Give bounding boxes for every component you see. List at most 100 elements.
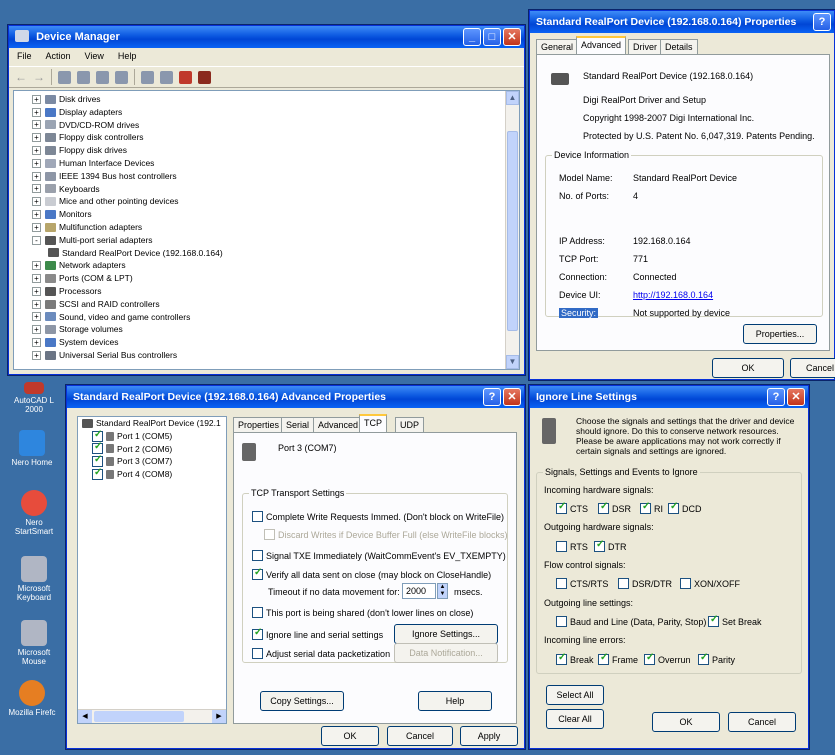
device-ui-link[interactable]: http://192.168.0.164 — [633, 290, 713, 300]
cancel-button[interactable]: Cancel — [387, 726, 453, 746]
signal-txe-checkbox[interactable] — [252, 550, 263, 561]
dsr-option[interactable]: DSR — [598, 501, 631, 514]
expand-icon[interactable]: + — [32, 338, 41, 348]
desktop-icon-ms-mouse[interactable]: Microsoft Mouse — [2, 620, 66, 666]
ok-button[interactable]: OK — [321, 726, 379, 746]
expand-icon[interactable]: + — [32, 210, 41, 220]
ignore-settings-checkbox[interactable] — [252, 627, 263, 640]
frame-checkbox[interactable] — [598, 652, 609, 665]
break-checkbox[interactable] — [556, 652, 567, 665]
signal-txe-option[interactable]: Signal TXE Immediately (WaitCommEvent's … — [252, 550, 506, 561]
baud-checkbox[interactable] — [556, 616, 567, 627]
set-break-checkbox[interactable] — [708, 614, 719, 627]
tree-node[interactable]: + System devices — [32, 336, 519, 349]
close-button[interactable]: ✕ — [503, 28, 521, 46]
timeout-input[interactable]: 2000 — [402, 583, 436, 599]
ignore-titlebar[interactable]: Ignore Line Settings ? ✕ — [530, 386, 808, 408]
desktop-icon-nero-startsmart[interactable]: Nero StartSmart — [2, 490, 66, 536]
tab-tcp[interactable]: TCP — [359, 414, 387, 433]
expand-icon[interactable]: + — [32, 325, 41, 335]
ok-button[interactable]: OK — [652, 712, 720, 732]
ignore-settings-button[interactable]: Ignore Settings... — [394, 624, 498, 644]
complete-write-option[interactable]: Complete Write Requests Immed. (Don't bl… — [252, 511, 504, 522]
cancel-button[interactable]: Cancel — [728, 712, 796, 732]
help-button[interactable]: ? — [483, 388, 501, 406]
expand-icon[interactable]: + — [32, 312, 41, 322]
print-icon[interactable] — [96, 70, 109, 84]
tab-udp[interactable]: UDP — [395, 417, 425, 433]
horizontal-scrollbar[interactable]: ◀ ▶ — [78, 709, 226, 723]
expand-icon[interactable]: + — [32, 350, 41, 360]
adjust-packetization-checkbox[interactable] — [252, 648, 263, 659]
expand-icon[interactable]: + — [32, 261, 41, 271]
show-hide-tree-icon[interactable] — [58, 70, 71, 84]
expand-icon[interactable]: + — [32, 184, 41, 194]
menu-file[interactable]: File — [17, 51, 32, 63]
desktop-icon-ms-keyboard[interactable]: Microsoft Keyboard — [2, 556, 66, 602]
tab-details[interactable]: Details — [660, 39, 698, 55]
tab-serial[interactable]: Serial — [281, 417, 315, 433]
tree-node[interactable]: + Floppy disk drives — [32, 144, 519, 157]
port-checkbox[interactable] — [92, 429, 103, 442]
baud-option[interactable]: Baud and Line (Data, Parity, Stop) — [556, 616, 706, 627]
port-checkbox[interactable] — [92, 454, 103, 468]
tree-node[interactable]: - Multi-port serial adapters — [32, 234, 519, 247]
close-button[interactable]: ✕ — [503, 388, 521, 406]
verify-data-option[interactable]: Verify all data sent on close (may block… — [252, 567, 491, 580]
desktop-icon-autocad[interactable]: AutoCAD L 2000 — [2, 382, 66, 414]
tree-node[interactable]: + Sound, video and game controllers — [32, 311, 519, 324]
tree-node[interactable]: + Universal Serial Bus controllers — [32, 349, 519, 362]
shared-port-option[interactable]: This port is being shared (don't lower l… — [252, 607, 473, 618]
scroll-thumb[interactable] — [507, 131, 518, 331]
overrun-option[interactable]: Overrun — [644, 652, 691, 665]
scroll-right-arrow[interactable]: ▶ — [212, 710, 226, 723]
break-option[interactable]: Break — [556, 652, 594, 665]
frame-option[interactable]: Frame — [598, 652, 638, 665]
tree-node[interactable]: + Processors — [32, 285, 519, 298]
help-icon[interactable] — [115, 70, 128, 84]
xonxoff-option[interactable]: XON/XOFF — [680, 578, 740, 589]
shared-port-checkbox[interactable] — [252, 607, 263, 618]
complete-write-checkbox[interactable] — [252, 511, 263, 522]
xonxoff-checkbox[interactable] — [680, 578, 691, 589]
advanced-titlebar[interactable]: Standard RealPort Device (192.168.0.164)… — [67, 386, 524, 408]
clear-all-button[interactable]: Clear All — [546, 709, 604, 729]
port-checkbox[interactable] — [92, 441, 103, 455]
uninstall-icon[interactable] — [179, 70, 192, 84]
help-button[interactable]: ? — [813, 13, 831, 31]
close-button[interactable]: ✕ — [787, 388, 805, 406]
cts-option[interactable]: CTS — [556, 501, 588, 514]
dsrdtr-option[interactable]: DSR/DTR — [618, 578, 672, 589]
port-tree-item[interactable]: Port 1 (COM5) — [92, 429, 226, 443]
minimize-button[interactable]: _ — [463, 28, 481, 46]
menu-help[interactable]: Help — [118, 51, 137, 63]
expand-icon[interactable]: + — [32, 158, 41, 168]
menu-action[interactable]: Action — [46, 51, 71, 63]
cancel-button[interactable]: Cancel — [790, 358, 835, 378]
scroll-down-arrow[interactable]: ▼ — [506, 355, 519, 369]
dcd-checkbox[interactable] — [668, 501, 679, 514]
device-manager-titlebar[interactable]: Device Manager _ □ ✕ — [9, 26, 524, 48]
collapse-icon[interactable]: - — [32, 235, 41, 245]
tree-node[interactable]: + Storage volumes — [32, 323, 519, 336]
scroll-left-arrow[interactable]: ◀ — [78, 710, 92, 723]
dtr-option[interactable]: DTR — [594, 539, 627, 552]
tab-general[interactable]: General — [536, 39, 579, 55]
tree-node[interactable]: + Multifunction adapters — [32, 221, 519, 234]
help-button[interactable]: ? — [767, 388, 785, 406]
tree-node[interactable]: + Human Interface Devices — [32, 157, 519, 170]
forward-icon[interactable]: → — [33, 70, 45, 84]
expand-icon[interactable]: + — [32, 197, 41, 207]
dtr-checkbox[interactable] — [594, 539, 605, 552]
dsrdtr-checkbox[interactable] — [618, 578, 629, 589]
tree-scrollbar[interactable]: ▲ ▼ — [505, 91, 519, 369]
properties-icon[interactable] — [77, 70, 90, 84]
properties-button[interactable]: Properties... — [743, 324, 817, 344]
scroll-thumb[interactable] — [94, 711, 184, 722]
back-icon[interactable]: ← — [15, 70, 27, 84]
ri-option[interactable]: RI — [640, 501, 663, 514]
apply-button[interactable]: Apply — [460, 726, 518, 746]
expand-icon[interactable]: + — [32, 107, 41, 117]
ignore-settings-option[interactable]: Ignore line and serial settings — [252, 627, 383, 640]
expand-icon[interactable]: + — [32, 94, 41, 104]
